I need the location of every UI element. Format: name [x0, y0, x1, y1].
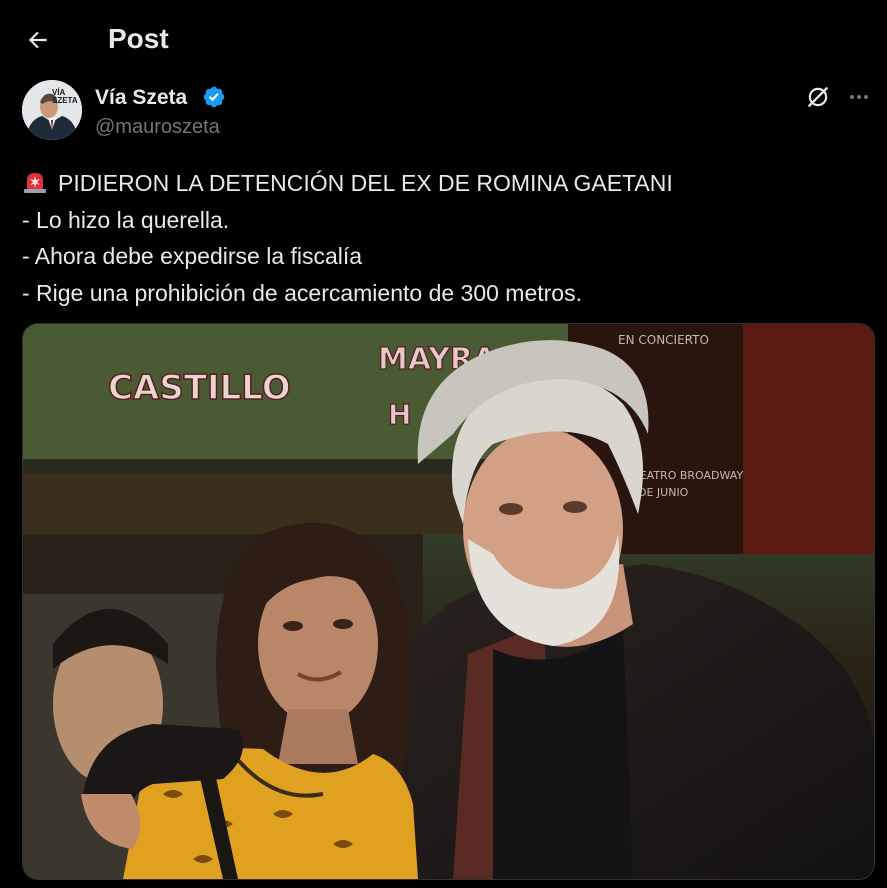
sign-junio: DE JUNIO	[638, 486, 689, 499]
tweet-line-2: - Lo hizo la querella.	[22, 206, 230, 233]
photo-illustration: CASTILLO MAYRA H EN CONCIERTO TEATRO BRO…	[23, 324, 874, 879]
back-button[interactable]	[20, 22, 56, 58]
avatar-logo-text: VÍA SZETA	[52, 88, 78, 105]
user-handle[interactable]: @mauroszeta	[95, 116, 220, 139]
tweet-photo[interactable]: CASTILLO MAYRA H EN CONCIERTO TEATRO BRO…	[22, 323, 875, 880]
page-title: Post	[108, 23, 169, 54]
post-header: Post	[0, 0, 887, 78]
sign-concierto: EN CONCIERTO	[618, 333, 709, 347]
sign-mid-2: H	[388, 398, 411, 431]
tweet-text: PIDIERON LA DETENCIÓN DEL EX DE ROMINA G…	[22, 165, 867, 311]
author-row: VÍA SZETA Vía Szeta @mauroszeta	[22, 80, 872, 142]
tweet-line-3: - Ahora debe expedirse la fiscalía	[22, 243, 363, 269]
more-options-button[interactable]	[844, 82, 874, 112]
tweet-line: PIDIERON LA DETENCIÓN DEL EX DE ROMINA G…	[22, 165, 867, 202]
sign-castillo: CASTILLO	[108, 368, 291, 408]
grok-button[interactable]	[803, 82, 833, 112]
siren-icon	[24, 173, 46, 193]
more-horizontal-icon	[850, 95, 868, 99]
sign-broadway: TEATRO BROADWAY	[632, 469, 743, 482]
avatar[interactable]: VÍA SZETA	[22, 80, 82, 140]
arrow-left-icon	[28, 31, 47, 49]
tweet-line-1: PIDIERON LA DETENCIÓN DEL EX DE ROMINA G…	[58, 170, 673, 196]
tweet-line-4: - Rige una prohibición de acercamiento d…	[22, 279, 582, 306]
grok-icon	[808, 87, 828, 107]
verified-badge-icon	[203, 86, 225, 108]
display-name[interactable]: Vía Szeta	[95, 86, 187, 110]
